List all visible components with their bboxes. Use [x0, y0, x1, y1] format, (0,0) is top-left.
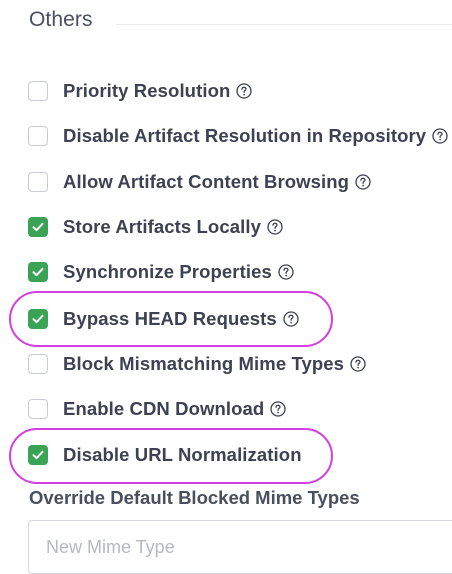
help-circle-icon[interactable]: [350, 356, 366, 372]
help-circle-icon[interactable]: [267, 219, 283, 235]
bypass-head-requests-label[interactable]: Bypass HEAD Requests: [63, 308, 277, 330]
help-circle-icon[interactable]: [283, 311, 299, 327]
option-row-enable-cdn-download[interactable]: Enable CDN Download: [28, 394, 286, 424]
disable-url-normalization-checkbox[interactable]: [28, 445, 48, 465]
option-row-disable-artifact-resolution-in-repository[interactable]: Disable Artifact Resolution in Repositor…: [28, 121, 448, 151]
synchronize-properties-label[interactable]: Synchronize Properties: [63, 261, 272, 283]
mime-types-label: Override Default Blocked Mime Types: [29, 487, 360, 508]
disable-url-normalization-label[interactable]: Disable URL Normalization: [63, 444, 302, 466]
new-mime-type-input[interactable]: [28, 520, 452, 574]
help-circle-icon[interactable]: [278, 264, 294, 280]
store-artifacts-locally-checkbox[interactable]: [28, 217, 48, 237]
help-circle-icon[interactable]: [270, 401, 286, 417]
allow-artifact-content-browsing-label[interactable]: Allow Artifact Content Browsing: [63, 171, 349, 193]
check-icon: [32, 267, 44, 277]
section-divider: [116, 24, 452, 25]
option-row-disable-url-normalization[interactable]: Disable URL Normalization: [28, 440, 302, 470]
option-row-synchronize-properties[interactable]: Synchronize Properties: [28, 257, 294, 287]
section-title: Others: [29, 8, 93, 31]
disable-artifact-resolution-in-repository-checkbox[interactable]: [28, 126, 48, 146]
priority-resolution-label[interactable]: Priority Resolution: [63, 80, 230, 102]
enable-cdn-download-checkbox[interactable]: [28, 399, 48, 419]
bypass-head-requests-checkbox[interactable]: [28, 309, 48, 329]
option-row-priority-resolution[interactable]: Priority Resolution: [28, 76, 253, 106]
help-circle-icon[interactable]: [355, 174, 371, 190]
priority-resolution-checkbox[interactable]: [28, 81, 48, 101]
option-row-allow-artifact-content-browsing[interactable]: Allow Artifact Content Browsing: [28, 167, 371, 197]
option-row-block-mismatching-mime-types[interactable]: Block Mismatching Mime Types: [28, 349, 366, 379]
enable-cdn-download-label[interactable]: Enable CDN Download: [63, 398, 264, 420]
check-icon: [32, 222, 44, 232]
allow-artifact-content-browsing-checkbox[interactable]: [28, 172, 48, 192]
block-mismatching-mime-types-label[interactable]: Block Mismatching Mime Types: [63, 353, 344, 375]
check-icon: [32, 450, 44, 460]
help-circle-icon[interactable]: [432, 128, 448, 144]
check-icon: [32, 314, 44, 324]
option-row-bypass-head-requests[interactable]: Bypass HEAD Requests: [28, 304, 299, 334]
help-circle-icon[interactable]: [236, 83, 253, 99]
option-row-store-artifacts-locally[interactable]: Store Artifacts Locally: [28, 212, 283, 242]
block-mismatching-mime-types-checkbox[interactable]: [28, 354, 48, 374]
synchronize-properties-checkbox[interactable]: [28, 262, 48, 282]
disable-artifact-resolution-in-repository-label[interactable]: Disable Artifact Resolution in Repositor…: [63, 125, 426, 147]
store-artifacts-locally-label[interactable]: Store Artifacts Locally: [63, 216, 261, 238]
